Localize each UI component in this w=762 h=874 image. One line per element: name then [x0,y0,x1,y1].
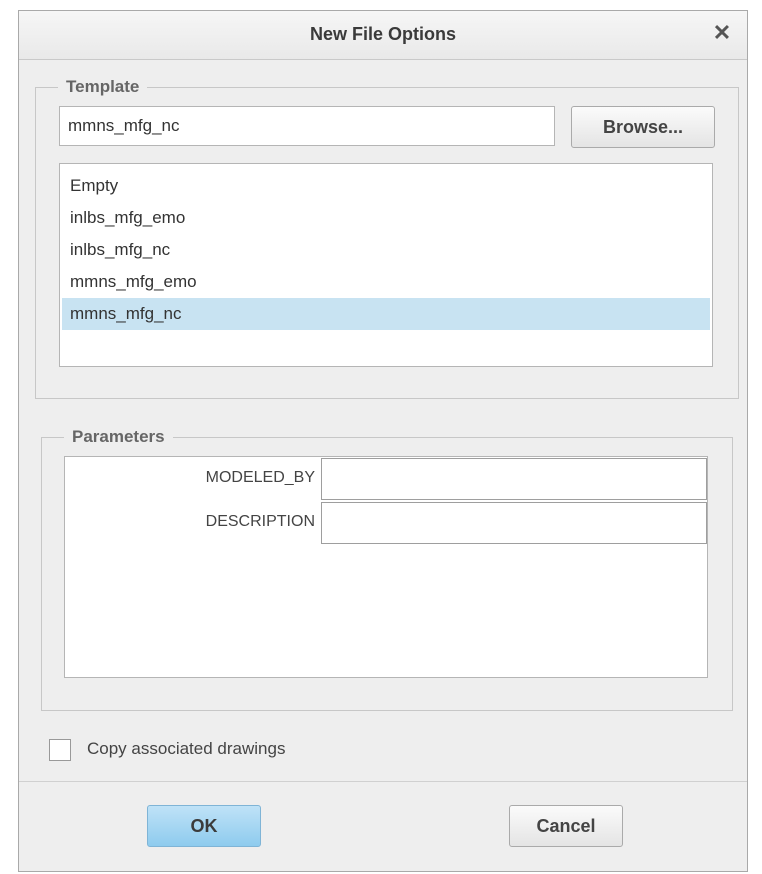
template-name-input[interactable] [59,106,555,146]
ok-button[interactable]: OK [147,805,261,847]
description-label: DESCRIPTION [205,513,315,530]
template-list-item-empty[interactable]: Empty [62,170,710,202]
dialog-title: New File Options [309,24,456,44]
copy-drawings-checkbox[interactable] [49,739,71,761]
footer-divider [19,781,747,782]
description-field[interactable] [321,502,707,544]
modeled-by-field[interactable] [321,458,707,500]
dialog-titlebar: New File Options ✕ [19,11,747,60]
close-icon[interactable]: ✕ [709,20,735,46]
template-group-label: Template [66,77,140,96]
template-list-item-mmns-mfg-emo[interactable]: mmns_mfg_emo [62,266,710,298]
cancel-button[interactable]: Cancel [509,805,623,847]
template-list-item-inlbs-mfg-nc[interactable]: inlbs_mfg_nc [62,234,710,266]
browse-button[interactable]: Browse... [571,106,715,148]
modeled-by-label: MODELED_BY [205,469,315,486]
copy-drawings-label[interactable]: Copy associated drawings [87,739,285,759]
template-list-item-mmns-mfg-nc[interactable]: mmns_mfg_nc [62,298,710,330]
parameters-table: MODELED_BY DESCRIPTION [64,456,708,678]
parameters-group-label: Parameters [72,427,165,446]
new-file-options-dialog: New File Options ✕ Template Browse... Em… [18,10,748,872]
template-list: Empty inlbs_mfg_emo inlbs_mfg_nc mmns_mf… [59,163,713,367]
template-list-item-inlbs-mfg-emo[interactable]: inlbs_mfg_emo [62,202,710,234]
